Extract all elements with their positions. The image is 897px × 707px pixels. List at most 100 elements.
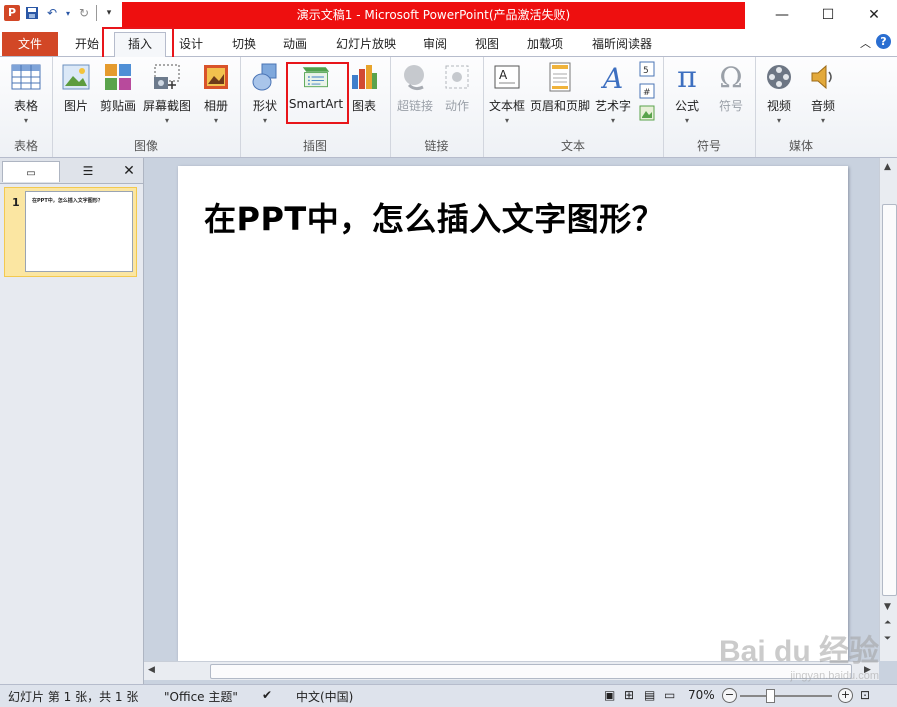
screenshot-icon xyxy=(152,61,182,93)
tab-design[interactable]: 设计 xyxy=(172,33,210,55)
chart-button[interactable]: 图表 xyxy=(346,61,382,114)
vertical-scroll-thumb[interactable] xyxy=(882,204,897,596)
photo-album-button[interactable]: 相册 ▾ xyxy=(196,61,236,125)
redo-icon[interactable]: ↻ xyxy=(76,5,92,21)
tab-view[interactable]: 视图 xyxy=(468,33,506,55)
textbox-button[interactable]: A 文本框 ▾ xyxy=(487,61,527,125)
hyperlink-button[interactable]: 超链接 xyxy=(394,61,436,114)
watermark-url: jingyan.baidu.com xyxy=(790,670,879,682)
ribbon: 表格 ▾ 表格 图片 剪贴画 屏幕截图 ▾ 相册 ▾ 图像 形状 ▾ Smart… xyxy=(0,57,897,158)
ribbon-tabs: 文件 开始 插入 设计 切换 动画 幻灯片放映 审阅 视图 加载项 福昕阅读器 … xyxy=(0,30,897,57)
watermark-main: Bai du 经验 xyxy=(718,635,879,668)
normal-view-icon[interactable]: ▣ xyxy=(604,688,615,702)
save-icon[interactable] xyxy=(24,5,40,21)
customize-qat-icon[interactable]: ▾ xyxy=(101,5,117,21)
smartart-icon xyxy=(301,61,331,93)
tab-transitions[interactable]: 切换 xyxy=(225,33,263,55)
zoom-level[interactable]: 70% xyxy=(688,688,715,702)
zoom-out-icon[interactable]: − xyxy=(722,688,737,703)
text-small-icons: 5 # xyxy=(639,61,655,121)
smartart-button[interactable]: SmartArt xyxy=(288,61,344,111)
slide[interactable]: 在PPT中，怎么插入文字图形？ xyxy=(178,166,848,661)
slide-title[interactable]: 在PPT中，怎么插入文字图形？ xyxy=(204,194,664,240)
shapes-button[interactable]: 形状 ▾ xyxy=(246,61,284,125)
tab-animations[interactable]: 动画 xyxy=(276,33,314,55)
action-button[interactable]: 动作 xyxy=(438,61,476,114)
theme-name[interactable]: "Office 主题" xyxy=(164,688,238,705)
window-controls: — ☐ ✕ xyxy=(759,0,897,30)
scroll-up-icon[interactable]: ▲ xyxy=(884,162,891,172)
previous-slide-icon[interactable]: ⏶ xyxy=(884,618,891,628)
undo-dropdown-icon[interactable]: ▾ xyxy=(64,5,72,21)
symbol-button[interactable]: Ω 符号 xyxy=(711,61,751,114)
minimize-button[interactable]: — xyxy=(759,0,805,30)
video-button[interactable]: 视频 ▾ xyxy=(759,61,799,125)
slideshow-icon[interactable]: ▭ xyxy=(664,688,675,702)
slides-tab-icon: ▭ xyxy=(26,168,36,179)
vertical-scrollbar[interactable]: ▲ ▼ ⏶ ⏷ xyxy=(879,158,897,661)
dropdown-arrow-icon: ▾ xyxy=(164,116,169,125)
header-footer-icon xyxy=(545,61,575,93)
language[interactable]: 中文(中国) xyxy=(296,688,353,705)
clipart-button[interactable]: 剪贴画 xyxy=(98,61,138,114)
close-button[interactable]: ✕ xyxy=(851,0,897,30)
tab-foxit-reader[interactable]: 福昕阅读器 xyxy=(586,33,658,55)
undo-icon[interactable]: ↶ xyxy=(44,5,60,21)
textbox-icon: A xyxy=(492,61,522,93)
speaker-icon xyxy=(808,61,838,93)
picture-button[interactable]: 图片 xyxy=(58,61,94,114)
screenshot-button[interactable]: 屏幕截图 ▾ xyxy=(142,61,192,125)
zoom-in-icon[interactable]: + xyxy=(838,688,853,703)
tab-slides[interactable]: ▭ xyxy=(2,161,60,182)
fit-to-window-icon[interactable]: ⊡ xyxy=(860,688,870,702)
zoom-slider-handle[interactable] xyxy=(766,689,775,703)
tab-home[interactable]: 开始 xyxy=(66,33,108,55)
powerpoint-logo-icon[interactable]: P xyxy=(4,5,20,21)
svg-text:5: 5 xyxy=(643,66,649,76)
group-links: 超链接 动作 链接 xyxy=(390,57,484,157)
audio-button[interactable]: 音频 ▾ xyxy=(803,61,843,125)
dropdown-arrow-icon: ▾ xyxy=(820,116,825,125)
tab-outline[interactable]: ☰ xyxy=(60,161,116,181)
next-slide-icon[interactable]: ⏷ xyxy=(884,634,891,644)
tab-addins[interactable]: 加载项 xyxy=(520,33,570,55)
help-icon[interactable]: ? xyxy=(876,34,891,49)
header-footer-button[interactable]: 页眉和页脚 xyxy=(529,61,591,114)
dropdown-arrow-icon: ▾ xyxy=(684,116,689,125)
group-symbols: π 公式 ▾ Ω 符号 符号 xyxy=(663,57,756,157)
group-images: 图片 剪贴画 屏幕截图 ▾ 相册 ▾ 图像 xyxy=(52,57,241,157)
reading-view-icon[interactable]: ▤ xyxy=(644,688,655,702)
photo-album-icon xyxy=(201,61,231,93)
panel-close-button[interactable]: ✕ xyxy=(118,161,140,181)
object-icon[interactable] xyxy=(639,105,655,121)
scroll-left-icon[interactable]: ◀ xyxy=(148,665,155,675)
maximize-button[interactable]: ☐ xyxy=(805,0,851,30)
slide-thumbnail-item[interactable]: 1 在PPT中，怎么插入文字图形？ xyxy=(4,187,137,277)
equation-button[interactable]: π 公式 ▾ xyxy=(667,59,707,126)
chart-icon xyxy=(349,61,379,93)
thumbnail-title: 在PPT中，怎么插入文字图形？ xyxy=(32,198,103,204)
dropdown-arrow-icon: ▾ xyxy=(504,116,509,125)
table-button[interactable]: 表格 ▾ xyxy=(4,61,48,125)
slide-sorter-icon[interactable]: ⊞ xyxy=(624,688,634,702)
table-icon xyxy=(11,61,41,93)
group-text: A 文本框 ▾ 页眉和页脚 A 艺术字 ▾ 5 # 文本 xyxy=(483,57,664,157)
tab-file[interactable]: 文件 xyxy=(2,32,58,56)
wordart-button[interactable]: A 艺术字 ▾ xyxy=(593,61,633,125)
tab-slideshow[interactable]: 幻灯片放映 xyxy=(328,33,404,55)
scroll-down-icon[interactable]: ▼ xyxy=(884,602,891,612)
hyperlink-icon xyxy=(400,61,430,93)
slide-thumbnail[interactable]: 在PPT中，怎么插入文字图形？ xyxy=(25,191,133,272)
tab-review[interactable]: 审阅 xyxy=(416,33,454,55)
minimize-ribbon-icon[interactable]: ︿ xyxy=(860,35,871,51)
equation-icon: π xyxy=(677,59,697,95)
date-time-icon[interactable]: 5 xyxy=(639,61,655,77)
zoom-slider[interactable] xyxy=(740,695,832,697)
tab-insert[interactable]: 插入 xyxy=(114,32,166,57)
group-illustrations: 形状 ▾ SmartArt 图表 插图 xyxy=(240,57,391,157)
panel-tabs: ▭ ☰ ✕ xyxy=(0,158,143,184)
spellcheck-icon[interactable]: ✔ xyxy=(262,688,272,702)
slide-number-icon[interactable]: # xyxy=(639,83,655,99)
title-bar: P ↶ ▾ ↻ ▾ 演示文稿1 - Microsoft PowerPoint(产… xyxy=(0,0,897,30)
dropdown-arrow-icon: ▾ xyxy=(23,116,28,125)
